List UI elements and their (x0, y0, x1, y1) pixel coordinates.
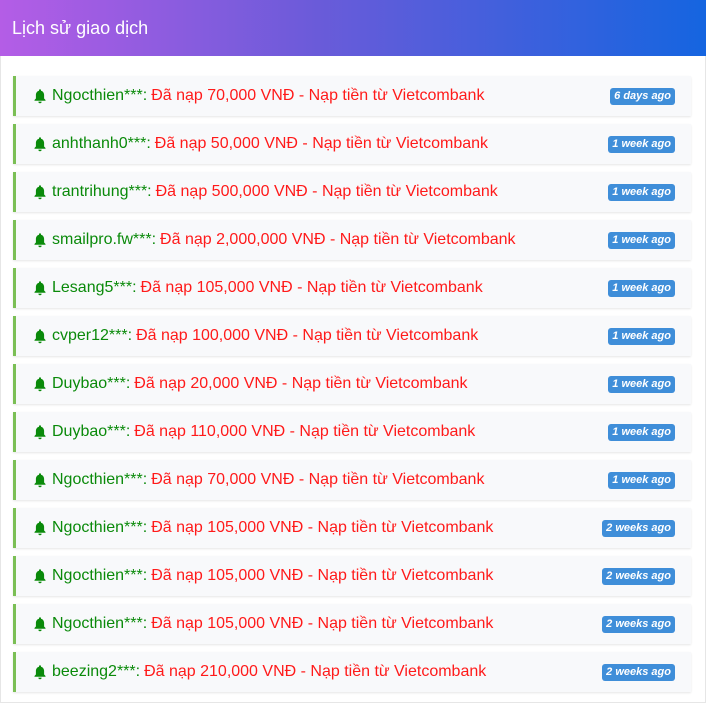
transaction-message: Đã nạp 105,000 VNĐ - Nạp tiền từ Vietcom… (151, 567, 494, 584)
bell-icon (32, 184, 48, 200)
username-separator: : (142, 615, 148, 632)
transaction-item: Ngocthien***: Đã nạp 105,000 VNĐ - Nạp t… (13, 604, 691, 644)
username-separator: : (151, 231, 157, 248)
transaction-username: trantrihung*** (52, 183, 148, 200)
username-separator: : (132, 279, 137, 296)
bell-icon (32, 88, 48, 104)
time-badge: 1 week ago (608, 424, 675, 441)
transaction-username: Ngocthien*** (52, 519, 143, 536)
time-badge: 1 week ago (608, 376, 675, 393)
transaction-item: Ngocthien***: Đã nạp 105,000 VNĐ - Nạp t… (13, 556, 691, 596)
transaction-message: Đã nạp 105,000 VNĐ - Nạp tiền từ Vietcom… (151, 519, 494, 536)
transaction-item: Ngocthien***: Đã nạp 70,000 VNĐ - Nạp ti… (13, 460, 691, 500)
transaction-username: smailpro.fw*** (52, 231, 152, 248)
transaction-item: anhthanh0***: Đã nạp 50,000 VNĐ - Nạp ti… (13, 124, 691, 164)
bell-icon (32, 568, 48, 584)
transaction-message: Đã nạp 500,000 VNĐ - Nạp tiền từ Vietcom… (155, 183, 498, 200)
username-separator: : (125, 423, 131, 440)
transaction-message: Đã nạp 105,000 VNĐ - Nạp tiền từ Vietcom… (140, 279, 483, 296)
transaction-username: Duybao*** (52, 375, 126, 392)
transaction-message: Đã nạp 105,000 VNĐ - Nạp tiền từ Vietcom… (151, 615, 494, 632)
transaction-item: Duybao***: Đã nạp 20,000 VNĐ - Nạp tiền … (13, 364, 691, 404)
username-separator: : (142, 471, 148, 488)
bell-icon (32, 616, 48, 632)
bell-icon (32, 328, 48, 344)
bell-icon (32, 664, 48, 680)
transaction-username: Duybao*** (52, 423, 126, 440)
username-separator: : (142, 519, 148, 536)
transaction-message: Đã nạp 70,000 VNĐ - Nạp tiền từ Vietcomb… (151, 471, 485, 488)
time-badge: 6 days ago (610, 88, 675, 105)
time-badge: 1 week ago (608, 136, 675, 153)
bell-icon (32, 520, 48, 536)
username-separator: : (125, 375, 131, 392)
transaction-message: Đã nạp 210,000 VNĐ - Nạp tiền từ Vietcom… (144, 663, 487, 680)
transaction-username: Ngocthien*** (52, 471, 143, 488)
time-badge: 2 weeks ago (602, 520, 675, 537)
time-badge: 1 week ago (608, 328, 675, 345)
transaction-message: Đã nạp 100,000 VNĐ - Nạp tiền từ Vietcom… (136, 327, 479, 344)
transaction-item: smailpro.fw***: Đã nạp 2,000,000 VNĐ - N… (13, 220, 691, 260)
transaction-message: Đã nạp 2,000,000 VNĐ - Nạp tiền từ Vietc… (160, 231, 516, 248)
transaction-panel-body: Ngocthien***: Đã nạp 70,000 VNĐ - Nạp ti… (0, 56, 706, 703)
panel-header: Lịch sử giao dịch (0, 0, 706, 56)
time-badge: 2 weeks ago (602, 616, 675, 633)
username-separator: : (147, 183, 152, 200)
transaction-list: Ngocthien***: Đã nạp 70,000 VNĐ - Nạp ti… (13, 76, 691, 692)
transaction-message: Đã nạp 110,000 VNĐ - Nạp tiền từ Vietcom… (134, 423, 476, 440)
transaction-message: Đã nạp 70,000 VNĐ - Nạp tiền từ Vietcomb… (151, 87, 485, 104)
time-badge: 1 week ago (608, 232, 675, 249)
transaction-username: beezing2*** (52, 663, 136, 680)
transaction-item: Duybao***: Đã nạp 110,000 VNĐ - Nạp tiền… (13, 412, 691, 452)
transaction-message: Đã nạp 50,000 VNĐ - Nạp tiền từ Vietcomb… (154, 135, 489, 152)
transaction-username: Ngocthien*** (52, 615, 143, 632)
transaction-username: anhthanh0*** (52, 135, 147, 152)
transaction-item: Ngocthien***: Đã nạp 105,000 VNĐ - Nạp t… (13, 508, 691, 548)
username-separator: : (146, 135, 151, 152)
transaction-item: beezing2***: Đã nạp 210,000 VNĐ - Nạp ti… (13, 652, 691, 692)
transaction-username: cvper12*** (52, 327, 128, 344)
transaction-message: Đã nạp 20,000 VNĐ - Nạp tiền từ Vietcomb… (134, 375, 468, 392)
transaction-username: Lesang5*** (52, 279, 133, 296)
bell-icon (32, 232, 48, 248)
username-separator: : (127, 327, 133, 344)
bell-icon (32, 376, 48, 392)
username-separator: : (135, 663, 141, 680)
time-badge: 1 week ago (608, 280, 675, 297)
username-separator: : (142, 87, 148, 104)
transaction-item: cvper12***: Đã nạp 100,000 VNĐ - Nạp tiề… (13, 316, 691, 356)
transaction-item: Lesang5***: Đã nạp 105,000 VNĐ - Nạp tiề… (13, 268, 691, 308)
transaction-item: trantrihung***: Đã nạp 500,000 VNĐ - Nạp… (13, 172, 691, 212)
transaction-item: Ngocthien***: Đã nạp 70,000 VNĐ - Nạp ti… (13, 76, 691, 116)
username-separator: : (142, 567, 148, 584)
transaction-username: Ngocthien*** (52, 87, 143, 104)
time-badge: 1 week ago (608, 472, 675, 489)
panel-title: Lịch sử giao dịch (12, 17, 149, 38)
bell-icon (32, 424, 48, 440)
time-badge: 1 week ago (608, 184, 675, 201)
bell-icon (32, 280, 48, 296)
bell-icon (32, 136, 48, 152)
time-badge: 2 weeks ago (602, 664, 675, 681)
transaction-username: Ngocthien*** (52, 567, 143, 584)
bell-icon (32, 472, 48, 488)
time-badge: 2 weeks ago (602, 568, 675, 585)
